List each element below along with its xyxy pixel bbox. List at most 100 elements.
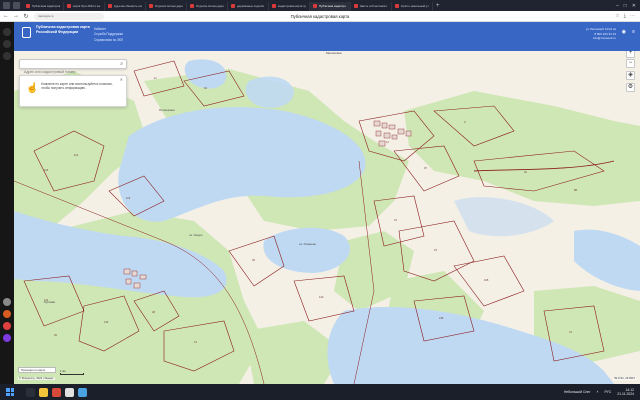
accessibility-icon[interactable]: ◉ [622, 29, 626, 35]
browser-tab-1[interactable]: карта Луга 2024 и на карте [64, 1, 105, 11]
search-box[interactable]: ⌕ [19, 59, 127, 76]
browser-side-panel [0, 22, 14, 384]
search-icon[interactable]: ⌕ [120, 61, 123, 67]
taskbar-chrome-icon[interactable] [78, 387, 87, 397]
tab-label: кадастровая карта публи [278, 4, 306, 8]
browser-tab-7[interactable]: Публичная кадастро [310, 1, 351, 11]
contact-email: info@rosreestr.ru [592, 36, 616, 41]
url-field[interactable]: nspd.gov.ru [34, 12, 104, 20]
bookmark-icon[interactable]: ☆ [615, 13, 619, 19]
close-icon[interactable]: ✕ [120, 77, 123, 82]
parcel-number-label[interactable]: 108 [484, 278, 489, 282]
sidepanel-mail-icon[interactable] [3, 322, 11, 330]
screen: Публичная кадастровая к карта Луга 2024 и… [0, 0, 640, 400]
weather-widget[interactable]: Небольшой Снег [564, 390, 591, 394]
place-label-lake-b: оз. Ильмень [299, 242, 317, 246]
map-copyright[interactable]: © Росреестр, 2024 | Яндекс [18, 377, 55, 380]
back-icon[interactable]: ← [2, 13, 10, 19]
parcel-number-label[interactable]: 132 [104, 320, 109, 324]
taskbar-app-icon[interactable] [52, 387, 61, 397]
parcel-number-label[interactable]: 15 [434, 248, 437, 252]
tab-favicon-icon [272, 4, 276, 8]
parcel-number-label[interactable]: 12 [386, 140, 389, 144]
coordinates-readout: 59.0742, 29.8315 [613, 377, 636, 380]
taskbar-search-icon[interactable] [26, 387, 35, 397]
scale-bar [60, 373, 84, 375]
tab-favicon-icon [149, 4, 153, 8]
parcel-number-label[interactable]: 97 [424, 166, 427, 170]
sidepanel-music-icon[interactable] [3, 310, 11, 318]
tab-label: куда как обновить описание [114, 4, 142, 8]
new-tab-icon[interactable]: + [436, 3, 440, 9]
tray-up-icon[interactable]: ˄ [597, 390, 599, 394]
legend-button[interactable]: Проекция по карте [18, 367, 56, 373]
browser-tab-2[interactable]: куда как обновить описание [105, 1, 146, 11]
tab-label: деревянные подсобн [237, 4, 265, 8]
parcel-number-label[interactable]: 39 [252, 258, 255, 262]
parcel-number-label[interactable]: 121 [44, 298, 49, 302]
tools-icon[interactable]: ⚙ [626, 83, 635, 92]
site-header: Публичная кадастровая карта Российской Ф… [14, 22, 640, 51]
tab-label: Отделка склона деревья [196, 4, 224, 8]
close-window-icon[interactable]: ✕ [632, 3, 636, 9]
layers-icon[interactable]: ◈ [626, 71, 635, 80]
sidepanel-app-icon[interactable] [3, 298, 11, 306]
tab-favicon-icon [395, 4, 399, 8]
address-bar: ← → ↻ nspd.gov.ru Публичная кадастровая … [0, 11, 640, 22]
forest-areas [14, 69, 640, 384]
tab-label: Публичная кадастровая к [32, 4, 60, 8]
parcel-number-label[interactable]: 114 [74, 153, 79, 157]
browser-tabs-icon[interactable] [13, 2, 20, 9]
download-icon[interactable]: ⤓ [624, 13, 626, 19]
parcel-number-label[interactable]: 216 [439, 316, 444, 320]
tab-label: Шесть соб ветхового уч [360, 4, 388, 8]
contact-address: ул.Лиговский 12/31 кв [585, 27, 616, 31]
taskbar: Небольшой Снег ˄ РУС 14:12 21.11.2024 [0, 384, 640, 400]
sidepanel-bookmarks-icon[interactable] [3, 40, 11, 48]
parcel-number-label[interactable]: 120 [319, 295, 324, 299]
tab-favicon-icon [190, 4, 194, 8]
browser-menu-icon[interactable] [3, 2, 10, 9]
browser-tab-4[interactable]: Отделка склона деревья [187, 1, 228, 11]
hand-pointer-icon: ☝ [26, 83, 39, 94]
browser-tab-bar: Публичная кадастровая к карта Луга 2024 и… [0, 0, 640, 11]
forward-icon[interactable]: → [12, 13, 20, 19]
cadastral-map[interactable]: Малиновка Поляшкино оз. Озеро оз. Ильмен… [14, 51, 640, 384]
windows-start-icon[interactable] [4, 386, 16, 398]
emblem-logo-icon[interactable] [22, 27, 31, 38]
taskbar-yandex-icon[interactable] [65, 387, 74, 397]
parcel-number-label[interactable]: 119 [126, 196, 131, 200]
minimize-icon[interactable]: – [616, 3, 619, 9]
taskbar-explorer-icon[interactable] [39, 387, 48, 397]
parcel-number-label[interactable]: 31 [394, 218, 397, 222]
place-label-polyashkino: Поляшкино [159, 108, 175, 112]
browser-tab-5[interactable]: деревянные подсобн [228, 1, 269, 11]
browser-tab-6[interactable]: кадастровая карта публи [269, 1, 310, 11]
hint-text: Кликните по карте или воспользуйтесь пои… [41, 82, 113, 91]
header-link-reference[interactable]: Справочная по ЗКП [94, 38, 123, 43]
language-indicator[interactable]: РУС [604, 390, 611, 394]
zoom-out-button[interactable]: − [626, 59, 635, 68]
menu-icon[interactable]: ≡ [632, 29, 635, 35]
extensions-icon[interactable]: ⋯ [630, 13, 635, 19]
header-contacts: ул.Лиговский 12/31 кв 8 800 100 34 34 in… [586, 27, 616, 41]
tab-favicon-icon [313, 4, 317, 8]
tab-label: Публичная кадастро [319, 4, 346, 8]
sidepanel-alice-icon[interactable] [3, 334, 11, 342]
parcel-number-label[interactable]: 116 [44, 168, 49, 172]
browser-tab-0[interactable]: Публичная кадастровая к [23, 1, 64, 11]
browser-tab-9[interactable]: Купить земельный уч [392, 1, 433, 11]
zoom-in-button[interactable]: + [626, 51, 635, 58]
sidepanel-home-icon[interactable] [3, 28, 11, 36]
maximize-icon[interactable]: □ [624, 3, 627, 9]
reload-icon[interactable]: ↻ [22, 13, 30, 20]
sidepanel-history-icon[interactable] [3, 52, 11, 60]
clock-date[interactable]: 21.11.2024 [617, 392, 634, 396]
header-link-support[interactable]: Служба Поддержки [94, 32, 123, 37]
browser-tab-3[interactable]: Отделка склона деревья [146, 1, 187, 11]
tab-favicon-icon [231, 4, 235, 8]
place-label-lake-a: оз. Озеро [189, 233, 203, 237]
tab-favicon-icon [108, 4, 112, 8]
site-title[interactable]: Публичная кадастровая карта Российской Ф… [36, 25, 96, 35]
browser-tab-8[interactable]: Шесть соб ветхового уч [351, 1, 392, 11]
